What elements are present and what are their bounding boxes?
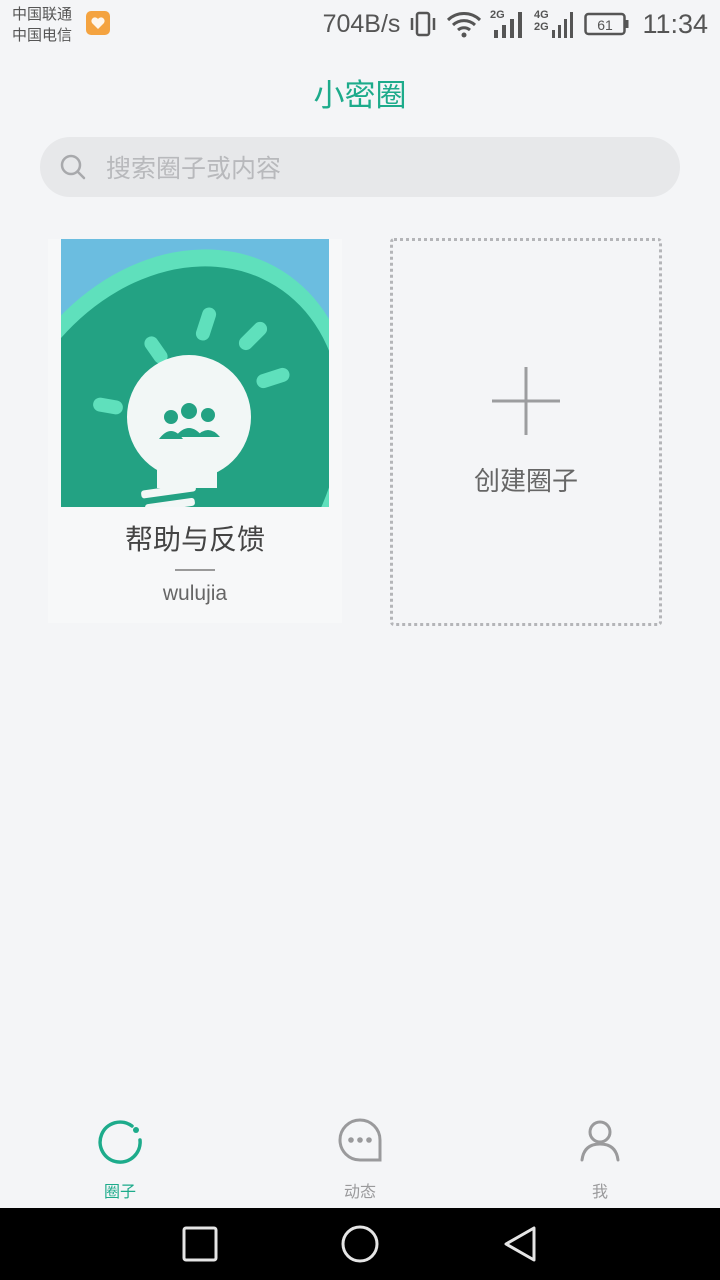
carrier-info: 中国联通 中国电信: [12, 4, 72, 46]
lightbulb-icon: [61, 239, 329, 507]
status-bar: 中国联通 中国电信 704B/s 2G 4G 2G 61 11:34: [0, 0, 720, 48]
app-notification-icon: [86, 11, 110, 35]
create-circle-label: 创建圈子: [473, 467, 578, 497]
clock: 11:34: [642, 8, 708, 39]
tab-label: 动态: [343, 1182, 376, 1201]
net-speed: 704B/s: [322, 9, 401, 38]
circle-name: 帮助与反馈: [124, 523, 265, 556]
search-bar[interactable]: [40, 137, 680, 199]
network-type-2g: 2G: [490, 9, 505, 21]
card-divider: [175, 569, 215, 571]
bottom-tab-bar: 圈子 动态 我: [0, 1100, 720, 1208]
circle-card[interactable]: [48, 239, 342, 623]
system-nav-bar: [0, 1208, 720, 1280]
carrier-1: 中国联通: [12, 5, 73, 23]
network-type-2g-b: 2G: [534, 21, 549, 33]
battery-icon: 61: [584, 11, 630, 37]
app-screen: 中国联通 中国电信 704B/s 2G 4G 2G 61 11:34 小密圈 搜…: [0, 0, 720, 1280]
signal-icon: 2G: [490, 8, 526, 40]
circle-refresh-icon: [96, 1116, 144, 1164]
page-title: 小密圈: [313, 78, 407, 114]
vibrate-icon: [408, 10, 438, 38]
tab-label: 我: [591, 1182, 608, 1201]
home-button[interactable]: [340, 1224, 380, 1264]
wifi-icon: [446, 10, 482, 38]
circle-cover-image: [61, 239, 329, 507]
tab-circles[interactable]: 圈子: [0, 1100, 240, 1208]
tab-me[interactable]: 我: [480, 1100, 720, 1208]
recent-apps-button[interactable]: [180, 1224, 220, 1264]
battery-level: 61: [598, 17, 614, 33]
search-icon: [58, 152, 88, 186]
tab-label: 圈子: [103, 1182, 136, 1201]
search-input[interactable]: [104, 137, 668, 199]
chat-bubble-icon: [336, 1116, 384, 1164]
person-icon: [576, 1116, 624, 1164]
back-button[interactable]: [500, 1224, 540, 1264]
network-type-4g: 4G: [534, 9, 549, 21]
signal-icon: 4G 2G: [534, 8, 576, 40]
tab-activity[interactable]: 动态: [240, 1100, 480, 1208]
plus-icon: [492, 367, 560, 439]
status-indicators: 704B/s 2G 4G 2G 61 11:34: [323, 6, 708, 42]
circle-owner: wulujia: [162, 582, 228, 605]
create-circle-button[interactable]: 创建圈子: [390, 238, 662, 626]
carrier-2: 中国电信: [12, 26, 73, 44]
